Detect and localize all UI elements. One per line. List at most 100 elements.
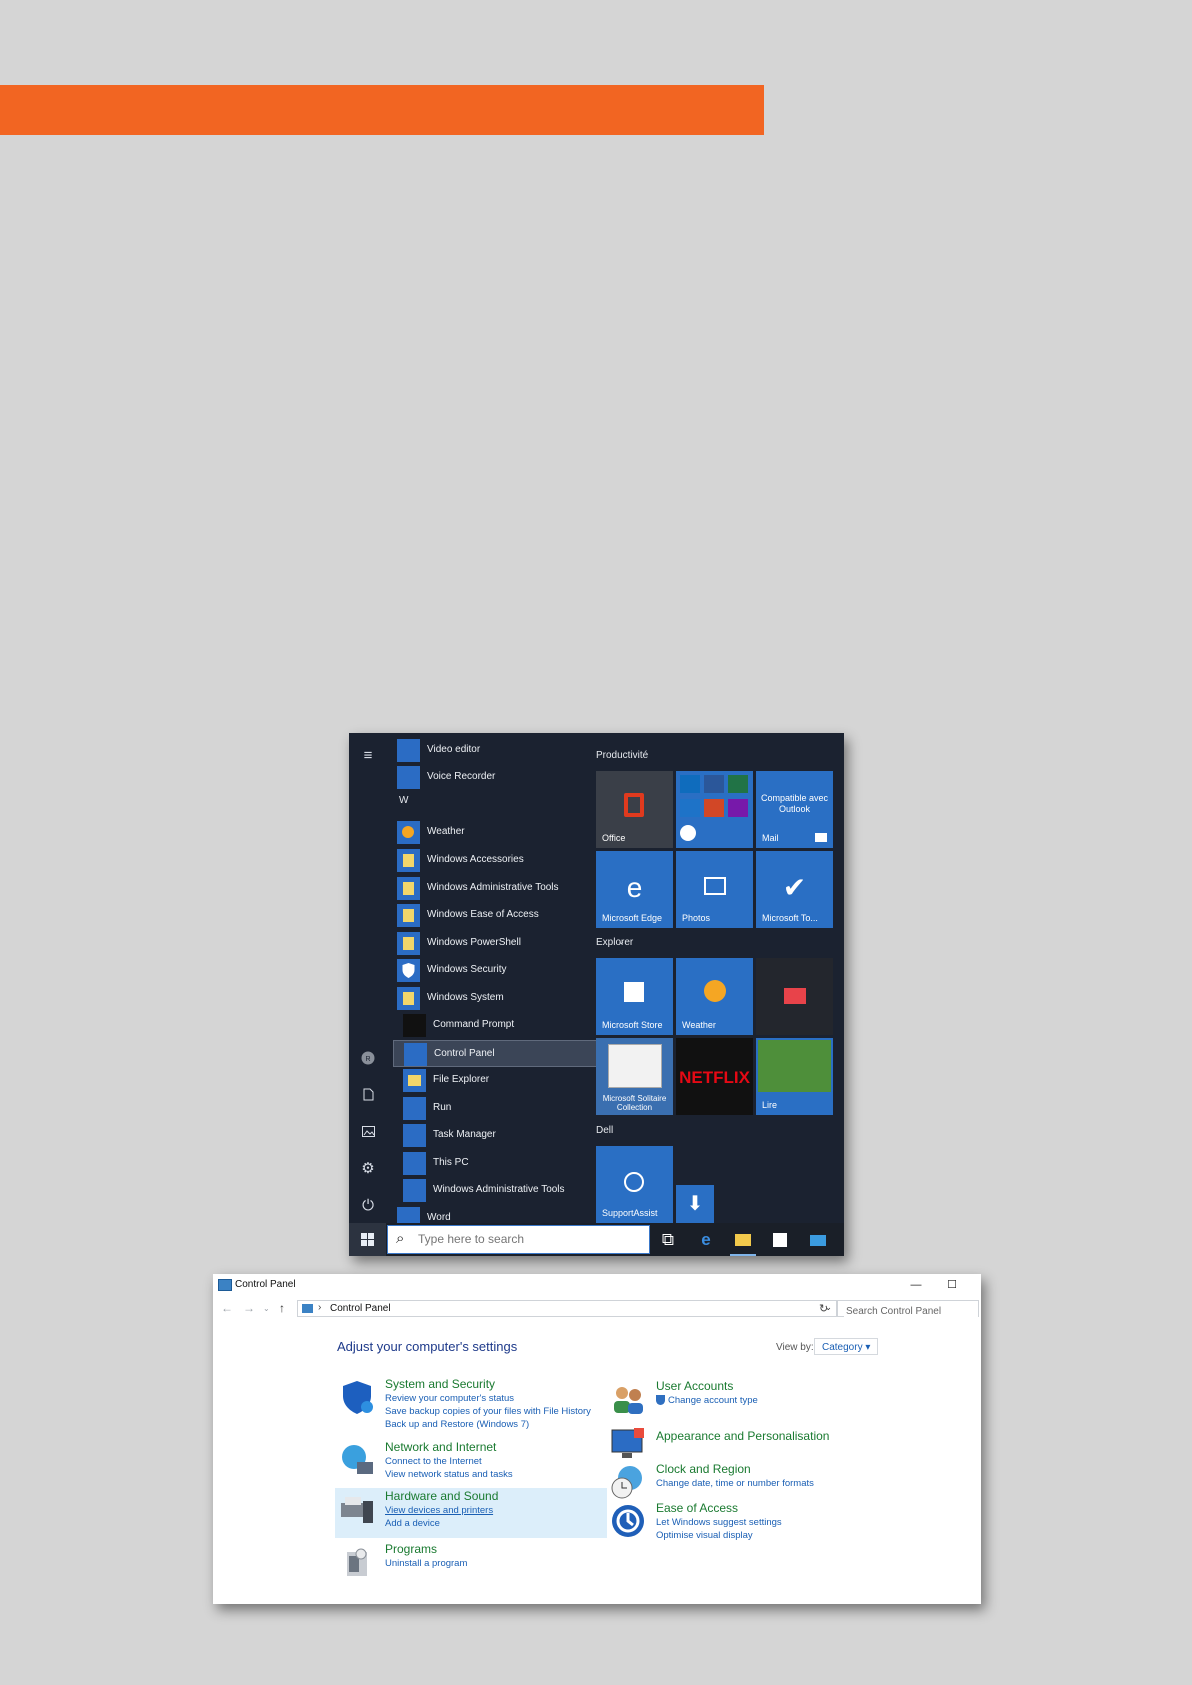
up-arrow-icon[interactable]: ↑ [279,1301,285,1315]
title-bar: Control Panel — ☐ [213,1274,981,1296]
shield-icon [343,1381,373,1414]
mail-icon[interactable] [807,1229,829,1251]
category-system-and-security: System and Security Review your computer… [339,1377,599,1437]
orange-header-bar [0,85,764,135]
breadcrumb[interactable]: Control Panel [330,1303,391,1314]
category-ease-of-access: Ease of Access Let Windows suggest setti… [610,1501,910,1545]
skype-icon [680,825,696,841]
excel-icon [728,775,748,793]
hamburger-icon[interactable]: ≡ [349,741,387,771]
tile-weather[interactable]: Weather [676,958,753,1035]
ease-of-access-icon [612,1505,644,1537]
game-thumbnails-icon [758,1040,831,1092]
category-clock-and-region: Clock and Region Change date, time or nu… [610,1462,910,1499]
taskbar-search[interactable]: ⌕ [387,1225,650,1254]
checkmark-icon: ✔ [782,872,807,903]
group-letter-w[interactable]: W [399,795,408,806]
printer-speaker-icon [341,1497,373,1523]
voice-recorder-icon [397,766,420,789]
run-icon [403,1097,426,1120]
category-programs: Programs Uninstall a program [339,1542,599,1582]
section-productivite: Productivité [596,750,649,761]
onenote-icon [728,799,748,817]
document-icon[interactable] [349,1080,387,1110]
user-icon[interactable]: R [349,1043,387,1073]
task-view-icon[interactable]: ⧉ [657,1229,679,1251]
gear-icon[interactable]: ⚙ [349,1154,387,1184]
store-icon[interactable] [769,1229,791,1251]
windows-logo-icon [361,1233,374,1246]
shield-icon [397,959,420,982]
tile-supportassist[interactable]: SupportAssist [596,1146,673,1223]
folder-icon [397,877,420,900]
view-by-dropdown[interactable]: Category ▾ [814,1338,878,1355]
monitor-paint-icon [611,1428,644,1458]
tile-microsoft-store[interactable]: Microsoft Store [596,958,673,1035]
taskbar-search-input[interactable] [416,1231,645,1247]
clock-globe-icon [611,1466,642,1499]
admin-tools-icon [403,1179,426,1202]
active-app-indicator [730,1254,756,1256]
tile-office[interactable]: Office [596,771,673,848]
control-panel-search-input[interactable] [844,1305,978,1318]
section-dell: Dell [596,1125,614,1136]
tile-area: Productivité Office Compatible avec Outl… [596,733,844,1223]
word-icon [704,775,724,793]
file-explorer-icon[interactable] [732,1229,754,1251]
folder-icon [397,849,420,872]
task-manager-icon [403,1124,426,1147]
video-editor-icon [397,739,420,762]
tile-dell-update[interactable]: ⬇ [676,1185,714,1223]
store-icon [624,982,644,1002]
tile-play[interactable]: Lire [756,1038,833,1115]
navigation-bar: ← → ⌄ ↑ › Control Panel ⌄ ↻ [213,1298,981,1320]
maximize-button[interactable]: ☐ [937,1276,967,1294]
svg-text:R: R [365,1056,370,1063]
start-button[interactable] [349,1223,386,1256]
tile-news[interactable] [756,958,833,1035]
mail-icon [815,833,827,842]
folder-icon [397,932,420,955]
uac-shield-icon [656,1395,665,1405]
category-appearance-and-personalisation: Appearance and Personalisation [610,1424,910,1458]
refresh-icon[interactable]: ↻ [819,1302,828,1315]
tile-office-apps-group[interactable] [676,771,753,848]
tile-microsoft-todo[interactable]: ✔ Microsoft To... [756,851,833,928]
tile-netflix[interactable]: NETFLIX [676,1038,753,1115]
tile-solitaire[interactable]: Microsoft Solitaire Collection [596,1038,673,1115]
forward-arrow-icon[interactable]: → [243,1301,255,1315]
breadcrumb-separator-icon: › [318,1302,322,1313]
picture-icon[interactable] [349,1117,387,1147]
tile-photos[interactable]: Photos [676,851,753,928]
recent-locations-chevron-icon[interactable]: ⌄ [263,1304,270,1313]
globe-network-icon [342,1445,373,1474]
address-bar[interactable]: › Control Panel ⌄ [297,1300,837,1317]
taskbar: ⌕ ⧉ e [349,1223,844,1256]
photos-icon [704,877,726,895]
supportassist-icon [624,1172,644,1192]
tile-mail[interactable]: Compatible avec Outlook Mail [756,771,833,848]
category-hardware-and-sound: Hardware and Sound View devices and prin… [339,1489,599,1529]
minimize-button[interactable]: — [901,1276,931,1294]
view-by-label: View by: [776,1342,814,1353]
tile-microsoft-edge[interactable]: e Microsoft Edge [596,851,673,928]
this-pc-icon [403,1152,426,1175]
category-network-and-internet: Network and Internet Connect to the Inte… [339,1440,599,1480]
word-icon [397,1207,420,1223]
edge-icon[interactable]: e [695,1229,717,1251]
file-explorer-icon [403,1069,426,1092]
section-explorer: Explorer [596,937,634,948]
outlook-icon [680,775,700,793]
folder-icon [397,904,420,927]
window-title: Control Panel [235,1279,296,1290]
command-prompt-icon [403,1014,426,1037]
control-panel-search[interactable] [837,1300,979,1318]
back-arrow-icon[interactable]: ← [221,1301,233,1315]
search-icon: ⌕ [396,1230,405,1247]
start-menu: ≡ R ⚙ ⏻ Video editor Voice Recorder W We… [349,733,844,1256]
power-icon[interactable]: ⏻ [349,1191,387,1221]
control-panel-window: Control Panel — ☐ ← → ⌄ ↑ › Control Pane… [213,1274,981,1604]
onedrive-icon [680,799,700,817]
powerpoint-icon [704,799,724,817]
cards-icon [608,1044,662,1088]
